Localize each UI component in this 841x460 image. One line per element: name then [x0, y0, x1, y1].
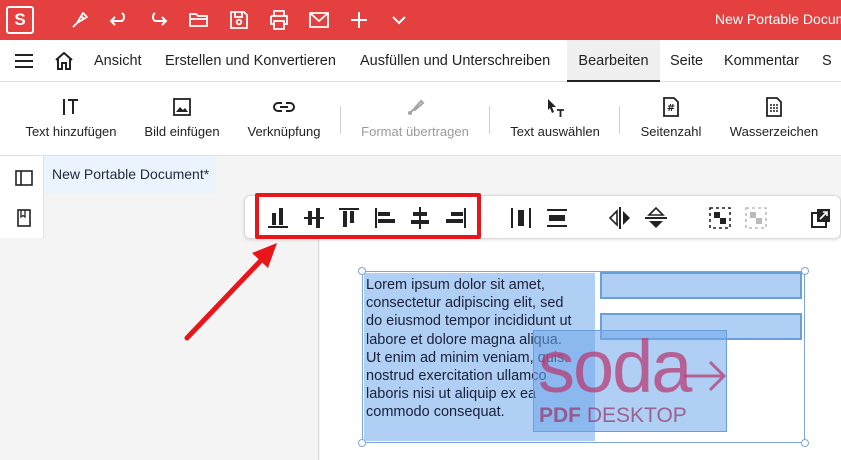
left-panel [0, 156, 44, 238]
group-icon[interactable] [707, 205, 733, 231]
text-add-icon [63, 99, 78, 115]
image-insert-label: Bild einfügen [144, 124, 220, 139]
format-transfer-button[interactable]: Format übertragen [352, 92, 478, 150]
format-brush-icon [408, 99, 425, 115]
text-select-button[interactable]: Text auswählen [503, 92, 607, 150]
page-number-button[interactable]: # Seitenzahl [632, 92, 710, 150]
home-icon[interactable] [53, 50, 75, 72]
hamburger-menu-icon[interactable] [14, 52, 34, 70]
text-add-button[interactable]: Text hinzufügen [18, 92, 124, 150]
annotation-arrow-icon [184, 243, 277, 341]
text-select-icon [548, 99, 564, 117]
link-button[interactable]: Verknüpfung [240, 92, 328, 150]
tab-ausfuellen-unterschreiben[interactable]: Ausfüllen und Unterschreiben [360, 40, 550, 82]
watermark-button[interactable]: Wasserzeichen [722, 92, 826, 150]
resize-handle[interactable] [801, 267, 809, 275]
image-icon [173, 98, 191, 116]
plus-icon[interactable] [347, 8, 371, 32]
image-insert-button[interactable]: Bild einfügen [138, 92, 226, 150]
format-transfer-label: Format übertragen [361, 124, 469, 139]
menu-bar: Ansicht Erstellen und Konvertieren Ausfü… [0, 40, 841, 82]
open-external-icon[interactable] [808, 205, 834, 231]
sidebar-toggle-icon[interactable] [14, 168, 34, 188]
group-selection-frame[interactable] [362, 271, 805, 443]
chevron-down-icon[interactable] [387, 8, 411, 32]
page-number-label: Seitenzahl [640, 124, 702, 139]
ribbon-toolbar: Text hinzufügen Bild einfügen Verknüpfun… [0, 82, 841, 156]
pen-sign-icon[interactable] [68, 8, 92, 32]
tab-ansicht[interactable]: Ansicht [94, 40, 142, 82]
watermark-label: Wasserzeichen [729, 124, 819, 139]
link-icon [273, 102, 295, 112]
tab-erstellen-konvertieren[interactable]: Erstellen und Konvertieren [165, 40, 336, 82]
ribbon-separator [619, 106, 620, 134]
ribbon-separator [489, 106, 490, 134]
save-icon[interactable] [227, 8, 251, 32]
redo-icon[interactable] [146, 8, 170, 32]
bookmark-icon[interactable] [14, 208, 34, 228]
tab-truncated[interactable]: S [822, 40, 832, 82]
title-bar: S New Portable Document [0, 0, 841, 40]
text-add-label: Text hinzufügen [25, 124, 117, 139]
ribbon-separator [340, 106, 341, 134]
distribute-horizontal-icon[interactable] [508, 205, 534, 231]
highlight-annotation-box [255, 193, 481, 239]
svg-text:#: # [667, 103, 675, 114]
ungroup-icon[interactable] [743, 205, 769, 231]
tab-seite[interactable]: Seite [670, 40, 703, 82]
mail-icon[interactable] [307, 8, 331, 32]
watermark-icon [766, 97, 782, 117]
resize-handle[interactable] [358, 267, 366, 275]
tab-kommentar[interactable]: Kommentar [724, 40, 799, 82]
page-number-icon: # [663, 97, 679, 117]
window-title: New Portable Document [715, 11, 841, 27]
link-label: Verknüpfung [247, 124, 321, 139]
undo-icon[interactable] [107, 8, 131, 32]
app-logo[interactable]: S [6, 6, 34, 34]
resize-handle[interactable] [801, 439, 809, 447]
document-tab[interactable]: New Portable Document* [44, 156, 216, 194]
flip-horizontal-icon[interactable] [607, 205, 633, 231]
print-icon[interactable] [267, 8, 291, 32]
tab-bearbeiten[interactable]: Bearbeiten [567, 40, 660, 82]
open-folder-icon[interactable] [187, 8, 211, 32]
flip-vertical-icon[interactable] [643, 205, 669, 231]
text-select-label: Text auswählen [510, 124, 600, 139]
distribute-vertical-icon[interactable] [544, 205, 570, 231]
resize-handle[interactable] [358, 439, 366, 447]
